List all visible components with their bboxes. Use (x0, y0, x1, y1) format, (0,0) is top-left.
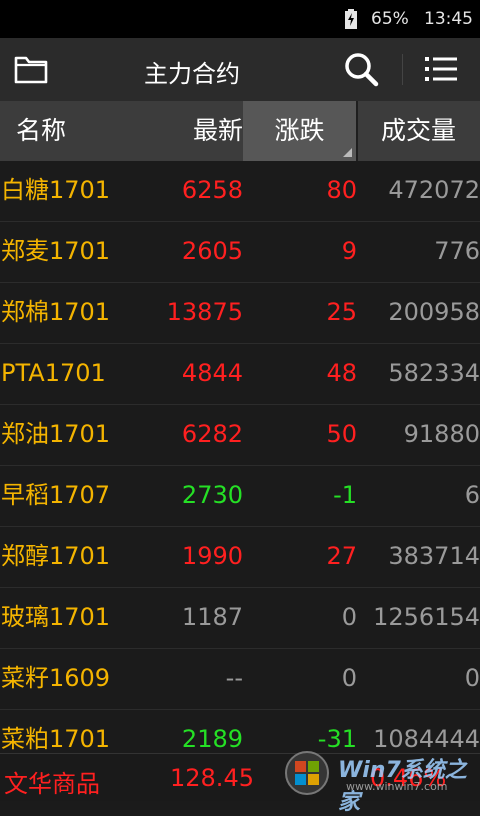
table-row[interactable]: 郑麦1701 2605 9 776 (0, 222, 480, 283)
table-row[interactable]: PTA1701 4844 48 582334 (0, 344, 480, 405)
latest-price: -- (225, 664, 243, 692)
price-change: 80 (326, 176, 357, 204)
volume: 1084444 (373, 725, 480, 753)
header-latest[interactable]: 最新 (148, 101, 243, 161)
contract-name: PTA1701 (1, 359, 106, 387)
price-change: 0 (341, 664, 357, 692)
latest-price: 6282 (181, 420, 243, 448)
price-change: 27 (326, 542, 357, 570)
menu-icon[interactable] (425, 56, 457, 82)
header-volume[interactable]: 成交量 (357, 101, 480, 161)
volume: 776 (434, 237, 480, 265)
contract-name: 菜籽1609 (1, 664, 111, 692)
price-change: 9 (341, 237, 357, 265)
volume: 582334 (388, 359, 480, 387)
volume: 472072 (388, 176, 480, 204)
volume: 200958 (388, 298, 480, 326)
index-name: 文华商品 (4, 770, 100, 798)
windows-logo-icon (285, 751, 329, 795)
latest-price: 2189 (181, 725, 243, 753)
price-change: 0 (341, 603, 357, 631)
contract-name: 菜粕1701 (1, 725, 111, 753)
table-row[interactable]: 郑油1701 6282 50 91880 (0, 405, 480, 466)
volume: 91880 (403, 420, 480, 448)
contract-name: 郑麦1701 (1, 237, 111, 265)
table-row[interactable]: 玻璃1701 1187 0 1256154 (0, 588, 480, 649)
sort-indicator-icon (343, 148, 352, 157)
contract-name: 白糖1701 (1, 176, 111, 204)
watermark: Win7系统之家 www.winwin7.com (282, 748, 478, 815)
price-change: 25 (326, 298, 357, 326)
latest-price: 1990 (181, 542, 243, 570)
header-name[interactable]: 名称 (16, 101, 66, 161)
latest-price: 6258 (181, 176, 243, 204)
status-bar: 65% 13:45 (0, 0, 480, 38)
table-header: 名称 最新 涨跌 成交量 (0, 101, 480, 161)
table-row[interactable]: 白糖1701 6258 80 472072 (0, 161, 480, 222)
table-row[interactable]: 菜粕1701 2189 -31 1084444 (0, 710, 480, 753)
page-title: 主力合约 (144, 60, 240, 88)
latest-price: 4844 (181, 359, 243, 387)
latest-price: 2730 (181, 481, 243, 509)
latest-price: 1187 (181, 603, 243, 631)
price-change: 48 (326, 359, 357, 387)
quote-list: 白糖1701 6258 80 472072 郑麦1701 2605 9 776 … (0, 161, 480, 753)
search-icon[interactable] (343, 51, 379, 87)
price-change: 50 (326, 420, 357, 448)
index-value: 128.45 (170, 764, 254, 792)
toolbar-divider (402, 54, 403, 85)
watermark-url: www.winwin7.com (346, 780, 448, 793)
header-change-label: 涨跌 (274, 116, 325, 145)
volume: 383714 (388, 542, 480, 570)
table-row[interactable]: 菜籽1609 -- 0 0 (0, 649, 480, 710)
contract-name: 玻璃1701 (1, 603, 111, 631)
contract-name: 郑棉1701 (1, 298, 111, 326)
volume: 6 (464, 481, 480, 509)
volume: 1256154 (373, 603, 480, 631)
price-change: -31 (317, 725, 357, 753)
battery-percent: 65% (371, 9, 409, 29)
table-row[interactable]: 早稻1707 2730 -1 6 (0, 466, 480, 527)
table-row[interactable]: 郑棉1701 13875 25 200958 (0, 283, 480, 344)
toolbar: 主力合约 (0, 38, 480, 101)
price-change: -1 (333, 481, 357, 509)
battery-charging-icon (345, 9, 357, 29)
latest-price: 13875 (166, 298, 243, 326)
contract-name: 早稻1707 (1, 481, 111, 509)
header-change[interactable]: 涨跌 (243, 101, 356, 161)
status-time: 13:45 (424, 9, 473, 29)
volume: 0 (464, 664, 480, 692)
contract-name: 郑醇1701 (1, 542, 111, 570)
contract-name: 郑油1701 (1, 420, 111, 448)
latest-price: 2605 (181, 237, 243, 265)
table-row[interactable]: 郑醇1701 1990 27 383714 (0, 527, 480, 588)
